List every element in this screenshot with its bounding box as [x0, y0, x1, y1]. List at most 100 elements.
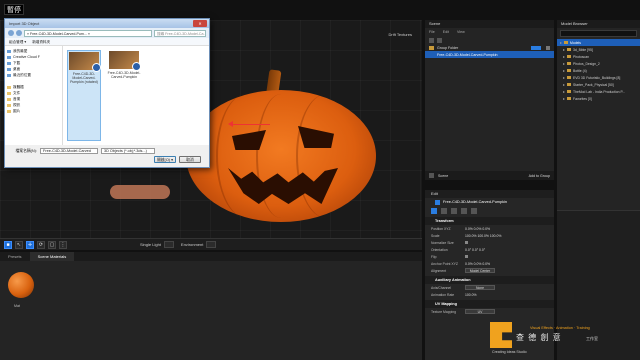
property-checkbox[interactable] [465, 255, 468, 258]
render-tab-icon[interactable] [471, 207, 477, 214]
close-button[interactable]: ✕ [193, 20, 207, 27]
browser-item[interactable]: Favorites [0] [557, 95, 640, 102]
property-value[interactable]: 0.0% 0.0% 0.0% [465, 262, 490, 266]
property-value[interactable]: Model Center [465, 268, 495, 273]
property-checkbox[interactable] [465, 241, 468, 244]
forward-icon[interactable] [16, 30, 22, 36]
browser-item[interactable]: Photoscan [557, 53, 640, 60]
property-row: Scale 100.0% 100.0% 100.0% [425, 232, 554, 239]
property-label: Position XYZ [431, 226, 451, 231]
property-label: Texture Mapping [431, 309, 457, 314]
settings-section-header[interactable]: Auxiliary Animation [425, 276, 554, 284]
browser-item-label: Bottle (4) [573, 68, 587, 73]
browser-item[interactable]: TheMod Lab - India Production P... [557, 88, 640, 95]
settings-sections: Transform Position XYZ 0.0% 0.0% 0.0% Scale… [425, 217, 554, 315]
select-icon[interactable]: ↖ [15, 240, 23, 249]
snap-icon[interactable]: ⋮ [59, 240, 67, 249]
menu-edit[interactable]: Edit [443, 28, 449, 36]
scale-icon[interactable]: ▢ [48, 240, 56, 249]
settings-object: Free-C4D-3D-Model-Carved-Pumpkin [425, 198, 554, 206]
filetype-select[interactable]: 3D Objects (*.obj;*.3ds...) [101, 148, 155, 154]
property-value[interactable]: 0.0% 0.0% 0.0% [465, 227, 490, 231]
cancel-button[interactable]: 取消 [179, 155, 201, 163]
tab-scene-materials[interactable]: Scene Materials [29, 252, 75, 261]
property-value[interactable]: 100.0% 100.0% 100.0% [465, 234, 501, 238]
settings-section-header[interactable]: UV Mapping [425, 300, 554, 308]
scene-row-group[interactable]: Group Folder [425, 44, 554, 51]
folder-icon [7, 73, 11, 77]
environment-label: Environment [180, 242, 204, 247]
browser-item[interactable]: Starter_Pack_Physical [50] [557, 81, 640, 88]
expand-arrow-icon[interactable] [563, 55, 565, 58]
gizmo-x-axis[interactable] [230, 124, 270, 125]
file-item[interactable]: Free-C4D-3D-Model-Carved-Pumpkin (rotate… [67, 50, 101, 141]
property-value[interactable]: 100.0% [465, 293, 477, 297]
transform-tab-icon[interactable] [431, 207, 437, 214]
search-input[interactable]: 搜尋 Free-C4D-3D-Model-Ca... [154, 29, 206, 37]
tab-presets[interactable]: Presets [0, 252, 30, 261]
folder-icon[interactable] [437, 37, 442, 43]
move-icon[interactable]: ✛ [26, 240, 34, 249]
viewport-label[interactable]: Drift Textures [389, 32, 413, 37]
property-value[interactable]: None [465, 285, 495, 290]
scene-panel: Scene File Edit View Group Folder Free-C… [424, 20, 554, 180]
new-folder-button[interactable]: 新增資料夾 [32, 38, 50, 45]
property-label: Scale [431, 233, 440, 238]
material-tab-icon[interactable] [441, 207, 447, 214]
expand-arrow-icon[interactable] [563, 76, 565, 79]
dialog-titlebar[interactable]: Import 3D Object ✕ [5, 19, 209, 28]
environment-dropdown[interactable] [206, 241, 217, 248]
property-value[interactable]: 0.0° 0.0° 0.0° [465, 248, 485, 252]
property-label: Anchor Point XYZ [431, 261, 458, 266]
open-button[interactable]: 開啟(O) ▾ [154, 155, 176, 163]
add-icon[interactable] [429, 173, 434, 178]
pumpkin-model[interactable] [186, 90, 376, 222]
scene-row-object[interactable]: Free-C4D-3D-Model-Carved-Pumpkin [425, 51, 554, 58]
expand-arrow-icon[interactable] [563, 48, 565, 51]
material-swatch[interactable] [8, 272, 34, 298]
browser-search-input[interactable] [560, 30, 637, 37]
folder-icon [7, 61, 11, 65]
object-label: Free-C4D-3D-Model-Carved-Pumpkin [437, 52, 498, 57]
back-icon[interactable] [8, 30, 14, 36]
path-field[interactable]: « Free-C4D-3D-Model-Carved-Pum... » [24, 29, 152, 37]
camera-icon[interactable]: ■ [4, 240, 12, 249]
tree-item[interactable]: 圖片 [7, 108, 60, 114]
browser-item[interactable]: Models [557, 39, 640, 46]
browser-item[interactable]: EVD 3D Futuristic_Buildings [8] [557, 74, 640, 81]
gizmo-arrow-icon[interactable] [228, 121, 233, 127]
dialog-footer: 檔案名稱(N): Free-C4D-3D-Model-Carved 3D Obj… [5, 145, 209, 167]
browser-item[interactable]: Bottle (4) [557, 67, 640, 74]
organize-button[interactable]: 組合管理 ▾ [9, 38, 26, 45]
folder-icon [567, 83, 571, 86]
folder-icon [564, 41, 568, 44]
property-value[interactable]: UV [465, 309, 495, 314]
browser-item[interactable]: Photos_Design_2 [557, 60, 640, 67]
expand-arrow-icon[interactable] [563, 90, 565, 93]
lock-icon[interactable] [546, 45, 550, 50]
browser-item[interactable]: 3d_Bible [95] [557, 46, 640, 53]
filename-input[interactable]: Free-C4D-3D-Model-Carved [40, 148, 98, 154]
settings-title: Edit [425, 190, 554, 198]
expand-arrow-icon[interactable] [560, 41, 562, 44]
add-layer-icon[interactable] [429, 37, 434, 43]
expand-arrow-icon[interactable] [563, 97, 565, 100]
add-to-group-button[interactable]: Add to Group [529, 174, 550, 178]
light-dropdown[interactable] [163, 241, 174, 248]
expand-arrow-icon[interactable] [563, 83, 565, 86]
pause-badge[interactable]: 暫停 [4, 4, 24, 15]
file-item[interactable]: Free-C4D-3D-Model-Carved-Pumpkin [107, 50, 141, 141]
expand-arrow-icon[interactable] [563, 62, 565, 65]
folder-icon [7, 91, 11, 95]
scene-menu: File Edit View [425, 28, 554, 36]
menu-view[interactable]: View [457, 28, 465, 36]
folder-icon [7, 49, 11, 53]
visibility-badge[interactable] [531, 45, 541, 50]
camera-tab-icon[interactable] [461, 207, 467, 214]
expand-arrow-icon[interactable] [563, 69, 565, 72]
menu-file[interactable]: File [429, 28, 435, 36]
rotate-icon[interactable]: ⟳ [37, 240, 45, 249]
browser-item-label: TheMod Lab - India Production P... [573, 89, 626, 94]
light-tab-icon[interactable] [451, 207, 457, 214]
settings-section-header[interactable]: Transform [425, 217, 554, 225]
